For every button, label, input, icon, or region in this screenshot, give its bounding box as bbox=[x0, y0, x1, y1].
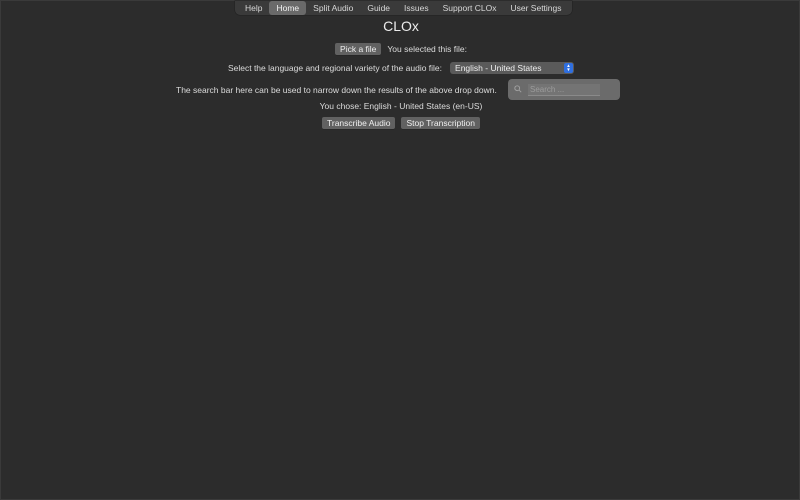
search-input[interactable] bbox=[528, 83, 600, 96]
selected-file-label: You selected this file: bbox=[387, 44, 467, 54]
language-select-value: English - United States bbox=[455, 63, 542, 73]
tab-support-clox[interactable]: Support CLOx bbox=[436, 1, 504, 15]
tab-help[interactable]: Help bbox=[238, 1, 269, 15]
language-select[interactable]: English - United States ▲ ▼ bbox=[450, 62, 575, 74]
tab-guide[interactable]: Guide bbox=[360, 1, 397, 15]
chosen-language-text: You chose: English - United States (en-U… bbox=[319, 101, 483, 111]
transcribe-audio-button[interactable]: Transcribe Audio bbox=[322, 117, 396, 129]
stop-transcription-button[interactable]: Stop Transcription bbox=[401, 117, 480, 129]
tab-split-audio[interactable]: Split Audio bbox=[306, 1, 360, 15]
app-window: Help Home Split Audio Guide Issues Suppo… bbox=[0, 0, 800, 500]
search-hint: The search bar here can be used to narro… bbox=[176, 85, 497, 95]
tab-user-settings[interactable]: User Settings bbox=[503, 1, 568, 15]
search-row: The search bar here can be used to narro… bbox=[1, 79, 800, 101]
up-down-chevron-icon: ▲ ▼ bbox=[564, 63, 574, 73]
pick-file-button[interactable]: Pick a file bbox=[335, 43, 382, 55]
language-prompt: Select the language and regional variety… bbox=[227, 63, 443, 73]
language-row: Select the language and regional variety… bbox=[1, 62, 800, 74]
tab-home[interactable]: Home bbox=[269, 1, 307, 15]
search-field[interactable] bbox=[508, 79, 620, 100]
magnifier-icon bbox=[514, 85, 523, 94]
transcription-controls: Transcribe Audio Stop Transcription bbox=[1, 117, 800, 129]
tab-bar: Help Home Split Audio Guide Issues Suppo… bbox=[235, 1, 572, 15]
file-picker-row: Pick a file You selected this file: bbox=[1, 43, 800, 55]
tab-issues[interactable]: Issues bbox=[397, 1, 436, 15]
page-title: CLOx bbox=[383, 18, 419, 34]
